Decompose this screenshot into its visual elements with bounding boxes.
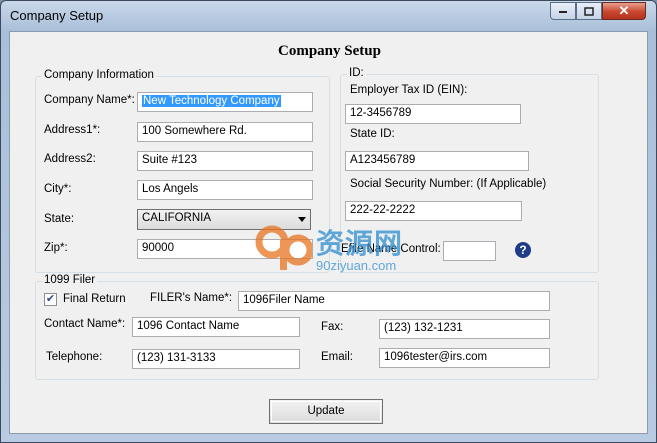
ein-label: Employer Tax ID (EIN):: [350, 84, 468, 96]
window-title: Company Setup: [10, 8, 104, 23]
zip-label: Zip*:: [44, 242, 68, 254]
state-select-value: CALIFORNIA: [142, 212, 212, 224]
city-input[interactable]: Los Angels: [137, 180, 313, 200]
efile-name-control-input[interactable]: [443, 241, 496, 261]
client-area: Company Setup Company Information Compan…: [9, 31, 648, 434]
filer-group-label: 1099 Filer: [42, 274, 98, 286]
help-icon[interactable]: ?: [515, 242, 531, 258]
zip-input[interactable]: 90000: [137, 239, 313, 259]
filer-name-input[interactable]: 1096Filer Name: [238, 291, 550, 311]
address1-label: Address1*:: [44, 124, 101, 136]
telephone-label: Telephone:: [46, 351, 103, 363]
final-return-label: Final Return: [63, 293, 126, 305]
telephone-input[interactable]: (123) 131-3133: [132, 349, 300, 369]
state-select[interactable]: CALIFORNIA: [137, 209, 311, 230]
maximize-button[interactable]: [576, 2, 602, 20]
fax-label: Fax:: [321, 321, 344, 333]
address2-input[interactable]: Suite #123: [137, 151, 313, 171]
company-name-label: Company Name*:: [44, 94, 135, 106]
ein-input[interactable]: 12-3456789: [345, 104, 521, 124]
state-id-input[interactable]: A123456789: [345, 151, 529, 171]
page-title: Company Setup: [278, 43, 381, 59]
city-label: City*:: [44, 183, 72, 195]
minimize-button[interactable]: [550, 2, 576, 20]
close-button[interactable]: ✕: [602, 2, 646, 20]
email-input[interactable]: 1096tester@irs.com: [379, 348, 550, 368]
address2-label: Address2:: [44, 153, 96, 165]
ssn-label: Social Security Number: (If Applicable): [350, 178, 547, 190]
contact-name-label: Contact Name*:: [44, 318, 126, 330]
title-bar[interactable]: Company Setup ✕: [1, 1, 656, 31]
state-id-label: State ID:: [350, 128, 395, 140]
state-label: State:: [44, 213, 75, 225]
id-group-label: ID:: [347, 67, 366, 79]
close-icon: ✕: [618, 3, 630, 18]
maximize-icon: [584, 6, 594, 16]
fax-input[interactable]: (123) 132-1231: [379, 319, 550, 339]
email-label: Email:: [321, 351, 353, 363]
company-name-input[interactable]: New Technology Company: [137, 92, 313, 112]
company-information-label: Company Information: [42, 69, 156, 81]
update-button[interactable]: Update: [269, 399, 383, 424]
update-button-label: Update: [307, 405, 345, 417]
address1-input[interactable]: 100 Somewhere Rd.: [137, 122, 313, 142]
contact-name-input[interactable]: 1096 Contact Name: [132, 317, 300, 337]
minimize-icon: [559, 11, 567, 13]
chevron-down-icon: [298, 217, 306, 222]
final-return-checkbox[interactable]: ✔: [44, 293, 57, 306]
company-setup-window: Company Setup ✕ Company Setup Company In…: [0, 0, 657, 443]
filer-name-label: FILER's Name*:: [150, 292, 233, 304]
ssn-input[interactable]: 222-22-2222: [345, 201, 522, 221]
efile-name-control-label: Efile Name Control:: [341, 243, 441, 255]
